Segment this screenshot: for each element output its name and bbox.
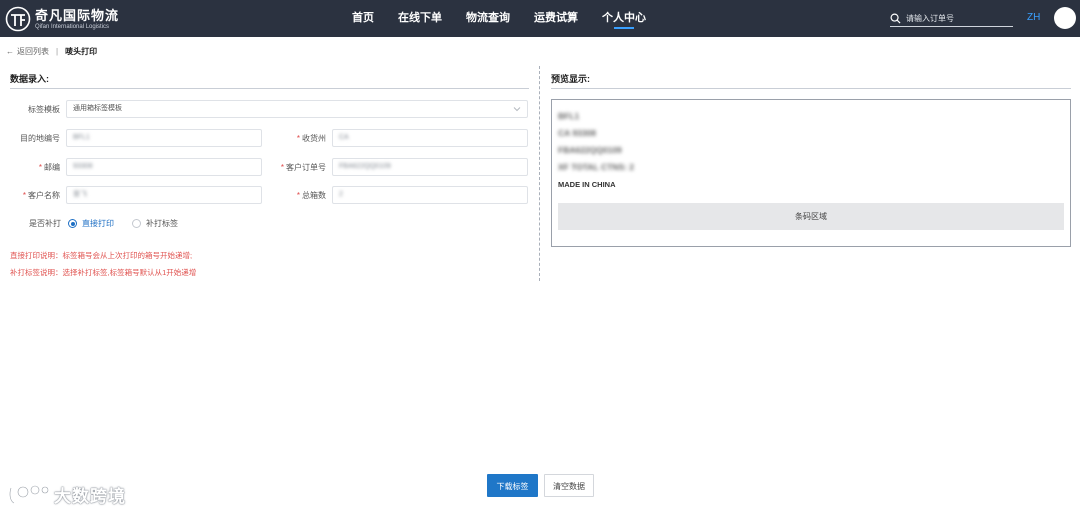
- chevron-down-icon: [513, 107, 521, 112]
- order-search: [890, 10, 1013, 27]
- user-avatar[interactable]: [1054, 7, 1076, 29]
- reprint-radio-group: 是否补打 直接打印 补打标签: [29, 218, 196, 229]
- nav-home[interactable]: 首页: [352, 0, 374, 37]
- radio-direct-print-label: 直接打印: [82, 219, 114, 228]
- state-label-text: 收货州: [302, 134, 326, 143]
- watermark-logo-icon: [8, 484, 49, 504]
- radio-selected-icon: [68, 219, 77, 228]
- direct-print-note: 直接打印说明：标签箱号会从上次打印的箱号开始递增;: [10, 251, 193, 260]
- state-label: * 收货州: [296, 134, 326, 143]
- dest-code-input[interactable]: BFL1: [66, 129, 262, 147]
- boxes-input[interactable]: 2: [332, 186, 528, 204]
- nav-personal-center[interactable]: 个人中心: [602, 0, 646, 37]
- preview-line-4: XF TOTAL CTNS: 2: [558, 162, 635, 172]
- reprint-note: 补打标签说明：选择补打标签,标签箱号默认从1开始递增: [10, 268, 197, 277]
- state-value: CA: [339, 134, 349, 141]
- boxes-value: 2: [339, 191, 343, 198]
- preview-divider: [551, 88, 1071, 89]
- clear-data-button[interactable]: 清空数据: [544, 474, 594, 497]
- zip-input[interactable]: 93308: [66, 158, 262, 176]
- panel-divider: [539, 66, 540, 281]
- preview-line-1: BFL1: [558, 111, 580, 121]
- radio-unselected-icon: [132, 219, 141, 228]
- customer-value: 曾飞: [73, 191, 87, 198]
- watermark: 大数跨境: [8, 482, 126, 507]
- preview-line-2: CA 93308: [558, 128, 596, 138]
- breadcrumb-separator: |: [56, 47, 59, 56]
- arrow-left-icon: ←: [6, 47, 14, 56]
- template-label: 标签模板: [28, 105, 60, 114]
- data-entry-title: 数据录入:: [10, 74, 49, 84]
- order-no-input[interactable]: FBA622QQ0109: [332, 158, 528, 176]
- order-no-label-text: 客户订单号: [286, 163, 326, 172]
- brand-logo[interactable]: 奇凡国际物流 Qifan International Logistics: [5, 6, 119, 32]
- download-label-button[interactable]: 下载标签: [487, 474, 538, 497]
- watermark-text: 大数跨境: [54, 487, 126, 506]
- zip-label: * 邮编: [38, 163, 60, 172]
- top-navigation-bar: 奇凡国际物流 Qifan International Logistics 首页 …: [0, 0, 1080, 37]
- preview-made-in: MADE IN CHINA: [558, 180, 616, 189]
- state-input[interactable]: CA: [332, 129, 528, 147]
- dest-code-label: 目的地编号: [20, 134, 60, 143]
- radio-direct-print[interactable]: 直接打印: [68, 218, 114, 229]
- template-select-value: 通用箱标签模板: [73, 105, 122, 112]
- back-to-list-link[interactable]: ← 返回列表: [6, 46, 49, 57]
- data-entry-divider: [10, 88, 529, 89]
- zip-label-text: 邮编: [44, 163, 60, 172]
- reprint-label: 是否补打: [29, 219, 61, 228]
- breadcrumb-current: 唛头打印: [65, 47, 98, 56]
- nav-online-order[interactable]: 在线下单: [398, 0, 442, 37]
- label-preview: BFL1 CA 93308 FBA622QQ0109 XF TOTAL CTNS…: [551, 99, 1071, 247]
- nav-freight-calculator[interactable]: 运费试算: [534, 0, 578, 37]
- brand-name-cn: 奇凡国际物流: [35, 7, 120, 23]
- customer-label: * 客户名称: [22, 191, 60, 200]
- preview-line-3: FBA622QQ0109: [558, 145, 622, 155]
- customer-label-text: 客户名称: [28, 191, 60, 200]
- template-select[interactable]: 通用箱标签模板: [66, 100, 528, 118]
- barcode-area: 条码区域: [558, 203, 1064, 230]
- zip-value: 93308: [73, 163, 93, 170]
- nav-tracking[interactable]: 物流查询: [466, 0, 510, 37]
- main-nav: 首页 在线下单 物流查询 运费试算 个人中心: [352, 0, 670, 37]
- breadcrumb: ← 返回列表 | 唛头打印: [6, 46, 97, 57]
- radio-reprint[interactable]: 补打标签: [132, 218, 178, 229]
- order-no-value: FBA622QQ0109: [339, 163, 391, 170]
- language-switch[interactable]: ZH: [1027, 12, 1040, 23]
- brand-logo-icon: [5, 6, 31, 32]
- brand-name-en: Qifan International Logistics: [35, 23, 110, 30]
- dest-code-value: BFL1: [73, 134, 90, 141]
- boxes-label: * 总箱数: [296, 191, 326, 200]
- search-icon[interactable]: [890, 13, 901, 24]
- search-input[interactable]: [906, 13, 1006, 23]
- preview-title: 预览显示:: [551, 74, 590, 84]
- boxes-label-text: 总箱数: [302, 191, 326, 200]
- order-no-label: * 客户订单号: [280, 163, 326, 172]
- customer-input[interactable]: 曾飞: [66, 186, 262, 204]
- radio-reprint-label: 补打标签: [146, 219, 178, 228]
- back-to-list-label: 返回列表: [17, 47, 49, 56]
